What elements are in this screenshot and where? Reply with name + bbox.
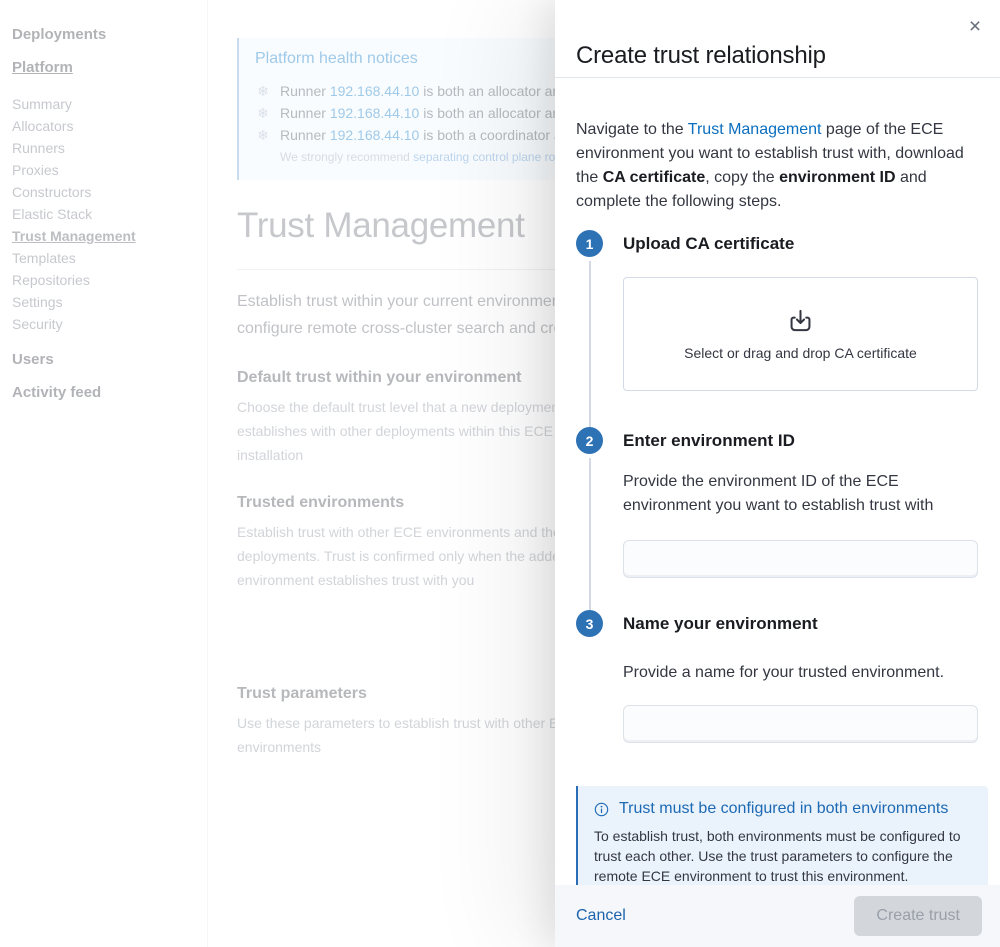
step-indicator: 3 (576, 610, 623, 743)
step-number-badge: 3 (576, 610, 603, 637)
flyout-header: Create trust relationship × (555, 0, 1000, 78)
ece-app: Deployments Platform Summary Allocators … (0, 0, 1000, 947)
step-connector (589, 261, 591, 427)
step-description: Provide the environment ID of the ECE en… (623, 470, 978, 518)
step-name-your-environment: 3 Name your environment Provide a name f… (576, 610, 988, 743)
flyout-body: Navigate to the Trust Management page of… (555, 78, 1000, 885)
environment-name-input[interactable] (623, 705, 978, 743)
create-trust-flyout: Create trust relationship × Navigate to … (555, 0, 1000, 947)
close-icon[interactable]: × (962, 14, 988, 40)
step-enter-environment-id: 2 Enter environment ID Provide the envir… (576, 427, 988, 610)
step-number-badge: 2 (576, 427, 603, 454)
flyout-footer: Cancel Create trust (555, 885, 1000, 947)
cancel-button[interactable]: Cancel (576, 907, 626, 925)
step-title: Upload CA certificate (623, 230, 978, 257)
info-icon (594, 802, 609, 817)
flyout-title: Create trust relationship (576, 42, 979, 70)
dropzone-label: Select or drag and drop CA certificate (684, 345, 917, 361)
callout-title: Trust must be configured in both environ… (619, 798, 948, 820)
step-description: Provide a name for your trusted environm… (623, 661, 978, 685)
step-connector (589, 458, 591, 610)
create-trust-button[interactable]: Create trust (854, 896, 982, 936)
steps-list: 1 Upload CA certificate Select or drag a… (576, 230, 988, 743)
step-indicator: 2 (576, 427, 623, 610)
step-upload-ca-certificate: 1 Upload CA certificate Select or drag a… (576, 230, 988, 427)
step-title: Enter environment ID (623, 427, 978, 454)
trust-info-callout: Trust must be configured in both environ… (576, 786, 988, 885)
trust-management-link[interactable]: Trust Management (688, 121, 822, 138)
callout-body: To establish trust, both environments mu… (594, 826, 972, 885)
flyout-intro: Navigate to the Trust Management page of… (576, 118, 988, 214)
environment-id-input[interactable] (623, 540, 978, 578)
ca-certificate-file-picker[interactable]: Select or drag and drop CA certificate (623, 277, 978, 391)
import-icon (787, 307, 814, 334)
step-number-badge: 1 (576, 230, 603, 257)
step-title: Name your environment (623, 610, 978, 637)
step-indicator: 1 (576, 230, 623, 427)
callout-title-row: Trust must be configured in both environ… (594, 798, 972, 820)
